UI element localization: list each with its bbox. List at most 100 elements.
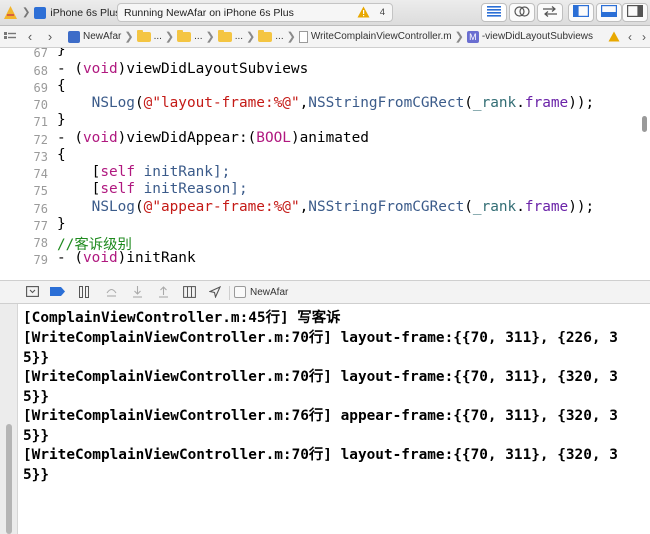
process-name: NewAfar — [250, 286, 289, 298]
breadcrumb-group-2[interactable]: ... — [175, 29, 204, 42]
jump-bar: ‹ › NewAfar ❯ ... ❯ ... ❯ ... ❯ ... ❯ Wr… — [0, 26, 650, 48]
line-number: 70 — [33, 98, 48, 112]
breadcrumb-separator: ❯ — [246, 31, 256, 43]
issue-next-icon[interactable]: › — [642, 30, 646, 44]
line-number-gutter: 67 68 69 70 71 72 73 74 75 76 77 78 79 — [0, 48, 54, 280]
line-number: 76 — [33, 202, 48, 216]
file-icon — [298, 30, 308, 43]
console-scroll-track — [0, 304, 18, 534]
code-line: NSLog(@"layout-frame:%@",NSStringFromCGR… — [91, 95, 595, 111]
console-scrollbar[interactable] — [6, 424, 12, 534]
breadcrumb-file[interactable]: WriteComplainViewController.m — [297, 30, 454, 43]
breadcrumb-separator: ❯ — [454, 31, 464, 43]
simulate-location-button[interactable] — [206, 285, 224, 301]
warning-count: 4 — [379, 7, 385, 18]
debug-bar: NewAfar — [0, 280, 650, 304]
breadcrumb-method[interactable]: M -viewDidLayoutSubviews — [465, 30, 595, 43]
line-number: 78 — [33, 236, 48, 250]
code-line: { — [57, 147, 66, 163]
folder-icon — [217, 29, 232, 42]
code-line: - (void)viewDidAppear:(BOOL)animated — [57, 130, 369, 146]
breadcrumb-group-4[interactable]: ... — [256, 29, 285, 42]
debug-console[interactable]: [ComplainViewController.m:45行] 写客诉 [Writ… — [0, 304, 650, 534]
breadcrumb-separator: ❯ — [205, 31, 215, 43]
console-line: [ComplainViewController.m:45行] 写客诉 — [23, 310, 341, 326]
issue-prev-icon[interactable]: ‹ — [628, 30, 632, 44]
breadcrumb-group-1[interactable]: ... — [135, 29, 164, 42]
breadcrumb-separator: ❯ — [124, 31, 134, 43]
device-icon — [34, 6, 47, 19]
line-number: 71 — [33, 115, 48, 129]
arrows-icon — [542, 5, 558, 20]
related-items-icon[interactable] — [0, 31, 20, 42]
line-number: 67 — [33, 48, 48, 60]
right-panel-icon — [627, 5, 644, 20]
back-button[interactable]: ‹ — [20, 29, 40, 44]
scheme-selector[interactable]: ❯ iPhone 6s Plus — [3, 3, 120, 22]
venn-icon — [514, 5, 530, 20]
breadcrumb-group-3[interactable]: ... — [216, 29, 245, 42]
code-line: - (void)viewDidLayoutSubviews — [57, 61, 309, 77]
app-target-icon — [3, 5, 18, 20]
code-line: { — [57, 78, 66, 94]
console-line: [WriteComplainViewController.m:70行] layo… — [23, 369, 618, 405]
version-editor-button[interactable] — [537, 3, 563, 22]
window-toolbar: ❯ iPhone 6s Plus Running NewAfar on iPho… — [0, 0, 650, 26]
method-icon: M — [466, 30, 479, 43]
line-number: 68 — [33, 64, 48, 78]
folder-icon — [177, 29, 192, 42]
navigator-toggle-button[interactable] — [568, 3, 594, 22]
process-selector[interactable]: NewAfar — [234, 286, 288, 298]
folder-icon — [258, 29, 273, 42]
assistant-editor-button[interactable] — [509, 3, 535, 22]
line-number: 73 — [33, 150, 48, 164]
code-line: } — [57, 112, 66, 128]
step-over-icon — [105, 286, 118, 300]
breakpoint-icon — [49, 287, 65, 299]
source-editor[interactable]: 67 68 69 70 71 72 73 74 75 76 77 78 79 }… — [0, 48, 650, 280]
debug-area-toggle-button[interactable] — [596, 3, 622, 22]
chevron-right-icon: ❯ — [22, 7, 31, 18]
console-line: [WriteComplainViewController.m:76行] appe… — [23, 408, 618, 444]
console-line: [WriteComplainViewController.m:70行] layo… — [23, 330, 618, 366]
location-arrow-icon — [208, 285, 222, 301]
folder-icon — [136, 29, 151, 42]
code-line: NSLog(@"appear-frame:%@",NSStringFromCGR… — [91, 199, 595, 215]
app-icon — [234, 286, 246, 298]
warning-nav-icon[interactable] — [608, 31, 620, 45]
step-out-button — [154, 285, 172, 301]
step-out-icon — [158, 285, 169, 301]
forward-button[interactable]: › — [40, 29, 60, 44]
breadcrumb-separator: ❯ — [164, 31, 175, 43]
utilities-toggle-button[interactable] — [622, 3, 648, 22]
line-number: 74 — [33, 167, 48, 181]
bottom-panel-icon — [601, 5, 618, 20]
step-into-icon — [132, 285, 143, 301]
code-line: [self initRank]; — [57, 164, 231, 180]
line-number: 77 — [33, 219, 48, 233]
editor-scrollbar[interactable] — [642, 116, 647, 132]
breadcrumb-separator: ❯ — [286, 31, 296, 43]
standard-editor-button[interactable] — [481, 3, 507, 22]
view-debugger-button[interactable] — [180, 285, 198, 301]
breakpoints-toggle-button[interactable] — [48, 285, 66, 301]
pause-icon — [78, 285, 90, 301]
step-over-button — [102, 285, 120, 301]
project-icon — [68, 30, 80, 43]
code-line: } — [57, 48, 66, 58]
line-number: 72 — [33, 133, 48, 147]
device-name: iPhone 6s Plus — [50, 6, 121, 19]
line-number: 79 — [33, 253, 48, 267]
left-panel-icon — [573, 5, 590, 20]
code-line: - (void)initRank — [57, 250, 196, 266]
step-into-button — [128, 285, 146, 301]
status-text: Running NewAfar on iPhone 6s Plus — [124, 6, 294, 19]
breadcrumb-project[interactable]: NewAfar — [66, 30, 123, 43]
code-line: [self initReason]; — [57, 181, 248, 197]
pause-button[interactable] — [75, 285, 93, 301]
hide-panel-icon — [25, 286, 39, 300]
hide-debug-area-button[interactable] — [23, 285, 41, 301]
line-number: 69 — [33, 81, 48, 95]
warning-icon[interactable] — [357, 6, 370, 21]
debug-separator — [229, 286, 230, 300]
